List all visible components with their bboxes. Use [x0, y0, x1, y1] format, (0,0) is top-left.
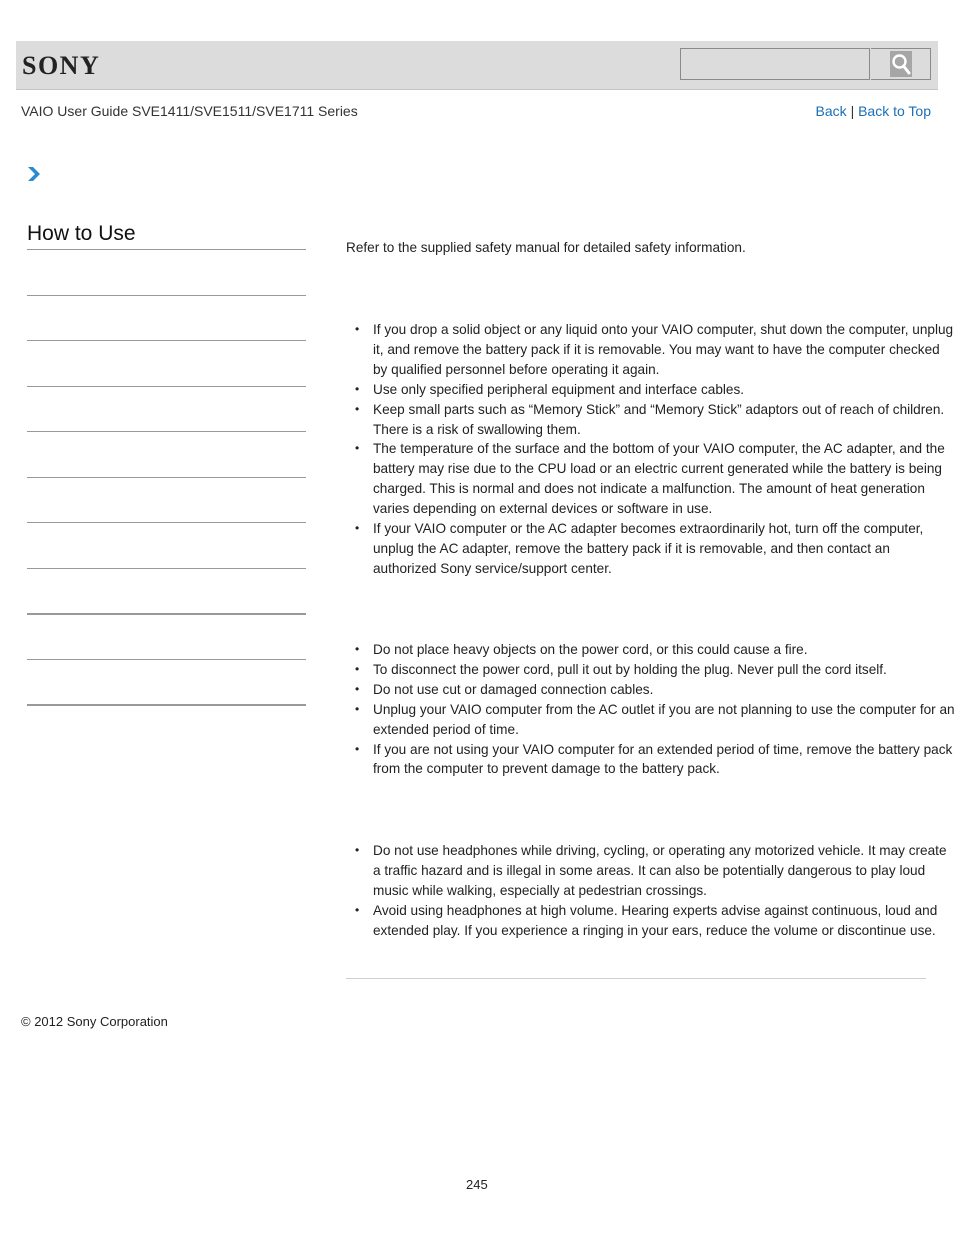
- list-item: Do not use cut or damaged connection cab…: [355, 680, 954, 700]
- safety-list: If you drop a solid object or any liquid…: [346, 320, 954, 579]
- page-number: 245: [466, 1177, 488, 1192]
- content-divider: [346, 978, 926, 979]
- sidebar-item-divider: [27, 659, 306, 660]
- sidebar-title[interactable]: How to Use: [27, 222, 306, 250]
- list-item: Do not place heavy objects on the power …: [355, 640, 954, 660]
- search-button[interactable]: [871, 48, 931, 80]
- sidebar-item-divider: [27, 568, 306, 569]
- sidebar-item-divider: [27, 522, 306, 523]
- sidebar-item-divider: [27, 340, 306, 341]
- breadcrumb[interactable]: [27, 166, 41, 187]
- list-item: Keep small parts such as “Memory Stick” …: [355, 400, 954, 440]
- intro-text: Refer to the supplied safety manual for …: [346, 240, 746, 255]
- headphones-list: Do not use headphones while driving, cyc…: [346, 841, 954, 941]
- nav-separator: |: [850, 103, 855, 119]
- list-item: The temperature of the surface and the b…: [355, 439, 954, 519]
- list-item: Use only specified peripheral equipment …: [355, 380, 954, 400]
- list-item: To disconnect the power cord, pull it ou…: [355, 660, 954, 680]
- search-icon: [889, 51, 912, 77]
- list-item: If you drop a solid object or any liquid…: [355, 320, 954, 380]
- copyright: © 2012 Sony Corporation: [21, 1014, 168, 1029]
- back-to-top-link[interactable]: Back to Top: [858, 103, 931, 119]
- sidebar-item-divider: [27, 613, 306, 615]
- main-content: Refer to the supplied safety manual for …: [346, 238, 954, 938]
- back-link[interactable]: Back: [816, 103, 847, 119]
- sidebar-item-divider: [27, 386, 306, 387]
- sony-logo[interactable]: SONY: [22, 51, 100, 81]
- list-item: If your VAIO computer or the AC adapter …: [355, 519, 954, 579]
- list-item: Do not use headphones while driving, cyc…: [355, 841, 954, 901]
- nav-links: Back | Back to Top: [816, 103, 931, 119]
- header-bar: SONY: [16, 41, 938, 90]
- sidebar-item-divider: [27, 431, 306, 432]
- guide-title: VAIO User Guide SVE1411/SVE1511/SVE1711 …: [21, 103, 358, 119]
- list-item: Avoid using headphones at high volume. H…: [355, 901, 954, 941]
- sidebar-item-divider: [27, 477, 306, 478]
- sidebar-item-divider: [27, 704, 306, 706]
- chevron-right-icon: [27, 167, 41, 186]
- search-input[interactable]: [680, 48, 870, 80]
- list-item: If you are not using your VAIO computer …: [355, 740, 954, 780]
- list-item: Unplug your VAIO computer from the AC ou…: [355, 700, 954, 740]
- power-cord-list: Do not place heavy objects on the power …: [346, 640, 954, 779]
- sidebar-item-divider: [27, 295, 306, 296]
